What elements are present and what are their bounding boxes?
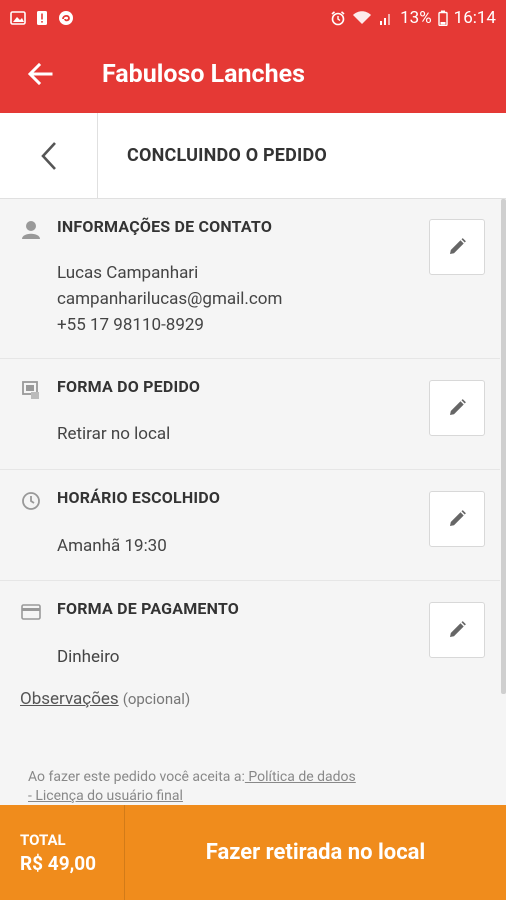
schedule-value: Amanhã 19:30 <box>57 536 167 556</box>
total-label: TOTAL <box>20 830 66 849</box>
alarm-icon <box>330 10 346 26</box>
checkout-header: CONCLUINDO O PEDIDO <box>0 112 506 199</box>
battery-icon <box>437 10 448 26</box>
order-type-title: FORMA DO PEDIDO <box>57 377 201 396</box>
license-link[interactable]: - Licença do usuário final <box>28 788 183 804</box>
arrow-back-icon <box>27 63 53 85</box>
edit-payment-button[interactable] <box>429 602 485 658</box>
pencil-icon <box>450 238 466 254</box>
status-bar: 13% 16:14 <box>0 0 506 35</box>
pickup-icon <box>20 379 42 401</box>
total-value: R$ 49,00 <box>20 851 97 875</box>
payment-section: FORMA DE PAGAMENTO Dinheiro <box>0 581 500 681</box>
order-type-section: FORMA DO PEDIDO Retirar no local <box>0 359 500 470</box>
clock-time: 16:14 <box>453 7 496 28</box>
order-type-value: Retirar no local <box>57 424 171 444</box>
contact-name: Lucas Campanhari <box>57 263 199 283</box>
image-icon <box>10 10 26 26</box>
pencil-icon <box>450 399 466 415</box>
app-title: Fabuloso Lanches <box>102 59 305 89</box>
observations: Observações (opcional) <box>20 689 190 709</box>
terms-prefix: Ao fazer este pedido você aceita a: <box>28 769 245 785</box>
person-icon <box>20 219 42 241</box>
scrollbar[interactable] <box>501 199 506 694</box>
schedule-title: HORÁRIO ESCOLHIDO <box>57 488 221 507</box>
contact-details: Lucas Campanhari campanharilucas@gmail.c… <box>57 260 282 338</box>
contact-phone: +55 17 98110-8929 <box>57 315 204 335</box>
back-button[interactable] <box>0 35 80 113</box>
edit-contact-button[interactable] <box>429 219 485 275</box>
page-title: CONCLUINDO O PEDIDO <box>127 145 328 166</box>
privacy-policy-link[interactable]: Política de dados <box>245 769 355 785</box>
payment-title: FORMA DE PAGAMENTO <box>57 599 239 618</box>
card-icon <box>20 601 42 623</box>
chevron-left-icon <box>40 141 56 170</box>
battery-percent: 13% <box>400 7 432 28</box>
total-box: TOTAL R$ 49,00 <box>0 805 125 900</box>
pencil-icon <box>450 621 466 637</box>
place-order-button[interactable]: Fazer retirada no local <box>125 805 506 900</box>
observations-link[interactable]: Observações <box>20 689 119 709</box>
contact-email: campanharilucas@gmail.com <box>57 289 283 309</box>
app-bar: Fabuloso Lanches <box>0 35 506 113</box>
clock-icon <box>20 490 42 512</box>
contact-title: INFORMAÇÕES DE CONTATO <box>57 217 273 236</box>
terms-notice: Ao fazer este pedido você aceita a: Polí… <box>28 768 468 806</box>
status-notifications <box>10 10 74 26</box>
observations-optional: (opcional) <box>122 690 191 708</box>
schedule-section: HORÁRIO ESCOLHIDO Amanhã 19:30 <box>0 470 500 581</box>
alert-icon <box>34 10 50 26</box>
edit-order-type-button[interactable] <box>429 380 485 436</box>
previous-step-button[interactable] <box>0 112 98 199</box>
contact-section: INFORMAÇÕES DE CONTATO Lucas Campanhari … <box>0 199 500 359</box>
pencil-icon <box>450 510 466 526</box>
status-system: 13% 16:14 <box>330 8 496 28</box>
payment-value: Dinheiro <box>57 647 120 667</box>
edit-schedule-button[interactable] <box>429 491 485 547</box>
signal-icon <box>378 10 394 26</box>
checkout-footer: TOTAL R$ 49,00 Fazer retirada no local <box>0 805 506 900</box>
wifi-icon <box>352 10 372 26</box>
app-icon <box>58 10 74 26</box>
